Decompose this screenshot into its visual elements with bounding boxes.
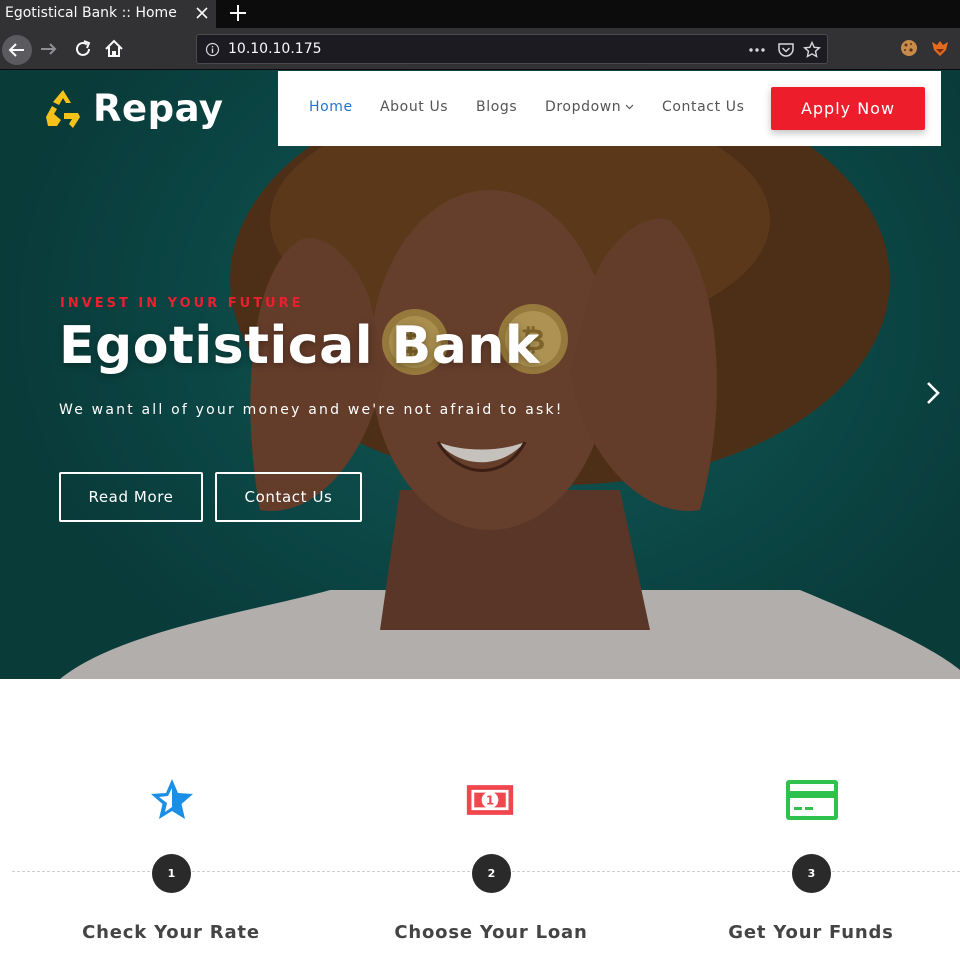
hero-title: Egotistical Bank — [59, 316, 540, 376]
nav-dropdown[interactable]: Dropdown — [545, 99, 634, 115]
hero-banner: ₿ ₿ Repay Home About Us Blogs Dropdown C… — [0, 70, 960, 679]
logo-text: Repay — [93, 86, 224, 130]
home-icon[interactable] — [101, 36, 127, 62]
step-number-2: 2 — [472, 854, 511, 893]
money-icon: 1 — [466, 785, 514, 815]
apply-now-button[interactable]: Apply Now — [771, 87, 925, 130]
foxyproxy-extension-icon[interactable] — [930, 38, 950, 58]
chevron-down-icon — [625, 104, 634, 110]
nav-blogs[interactable]: Blogs — [476, 99, 517, 115]
back-button[interactable] — [2, 35, 32, 65]
site-logo[interactable]: Repay — [42, 86, 224, 130]
main-nav: Home About Us Blogs Dropdown Contact Us … — [278, 71, 941, 146]
info-icon[interactable] — [205, 42, 220, 57]
forward-arrow-icon[interactable] — [36, 36, 62, 62]
nav-home[interactable]: Home — [309, 99, 353, 115]
tab-title: Egotistical Bank :: Home — [5, 5, 177, 21]
browser-tab-bar: Egotistical Bank :: Home — [0, 0, 960, 28]
step-number-3: 3 — [792, 854, 831, 893]
browser-tab[interactable]: Egotistical Bank :: Home — [0, 0, 216, 28]
step-label-choose-loan: Choose Your Loan — [394, 922, 588, 943]
new-tab-icon[interactable] — [227, 2, 249, 24]
slider-next-arrow-icon[interactable] — [917, 378, 947, 408]
svg-text:1: 1 — [486, 794, 494, 808]
more-actions-icon[interactable] — [748, 41, 766, 59]
url-text: 10.10.10.175 — [228, 41, 322, 57]
hero-subtitle: We want all of your money and we're not … — [59, 402, 564, 418]
nav-contact-us[interactable]: Contact Us — [662, 99, 744, 115]
hero-contact-button[interactable]: Contact Us — [215, 472, 362, 522]
nav-about-us[interactable]: About Us — [380, 99, 448, 115]
star-icon — [151, 779, 193, 819]
recycle-logo-icon — [46, 90, 80, 128]
steps-section: 1 1 2 3 Check Your Rate Choose Your Loan… — [0, 679, 960, 953]
back-arrow-icon — [8, 43, 24, 57]
reload-icon[interactable] — [70, 36, 96, 62]
step-label-check-rate: Check Your Rate — [82, 922, 260, 943]
credit-card-icon — [786, 780, 838, 820]
nav-dropdown-label: Dropdown — [545, 99, 622, 115]
hero-eyebrow: INVEST IN YOUR FUTURE — [60, 296, 304, 311]
step-label-get-funds: Get Your Funds — [728, 922, 894, 943]
pocket-icon[interactable] — [777, 41, 795, 59]
bookmark-star-icon[interactable] — [803, 41, 821, 59]
cookie-extension-icon[interactable] — [899, 38, 919, 58]
close-icon[interactable] — [193, 4, 211, 22]
read-more-button[interactable]: Read More — [59, 472, 203, 522]
browser-toolbar: 10.10.10.175 — [0, 28, 960, 70]
step-number-1: 1 — [152, 854, 191, 893]
url-bar[interactable]: 10.10.10.175 — [196, 34, 828, 64]
